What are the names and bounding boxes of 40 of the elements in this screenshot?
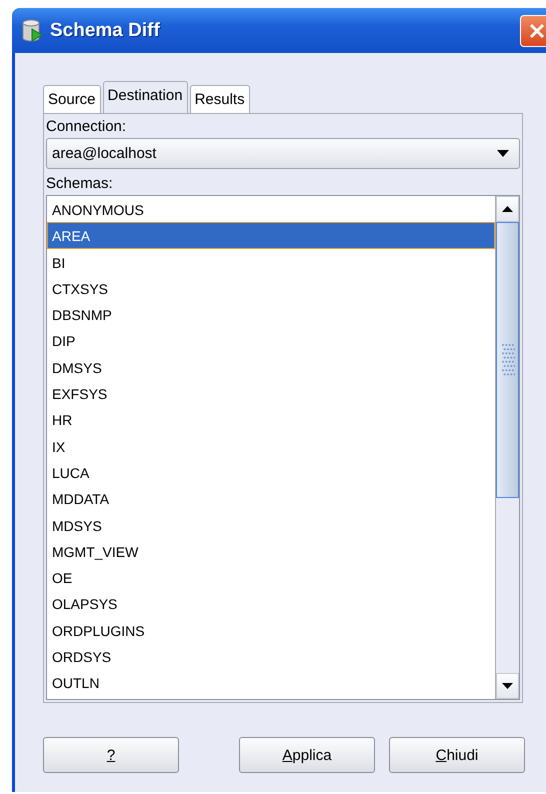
list-item[interactable]: OLAPSYS — [47, 590, 495, 617]
list-item[interactable]: MDDATA — [47, 485, 495, 512]
down-arrow-icon — [502, 683, 513, 689]
close-icon — [528, 22, 546, 40]
dialog-button[interactable]: Applica — [239, 737, 375, 773]
list-item[interactable]: BI — [47, 248, 495, 275]
list-item[interactable]: HR — [47, 406, 495, 433]
list-item[interactable]: MGMT_VIEW — [47, 538, 495, 564]
list-item[interactable]: CTXSYS — [47, 274, 495, 302]
scrollbar[interactable] — [495, 196, 519, 699]
up-arrow-icon — [502, 206, 513, 212]
connection-dropdown[interactable]: area@localhost — [46, 138, 520, 169]
list-item[interactable]: LUCA — [47, 458, 495, 486]
connection-label: Connection: — [46, 117, 128, 137]
dialog-button[interactable]: ? — [43, 737, 179, 773]
close-button[interactable] — [520, 14, 546, 46]
list-item[interactable]: IX — [47, 432, 495, 459]
dropdown-arrow-icon — [497, 150, 509, 157]
list-item[interactable]: DIP — [47, 327, 495, 354]
scroll-down-button[interactable] — [496, 673, 519, 699]
tab[interactable]: Results — [190, 85, 250, 113]
list-item[interactable]: EXFSYS — [47, 380, 495, 406]
scroll-up-button[interactable] — [496, 196, 519, 222]
list-item[interactable]: ORDPLUGINS — [47, 616, 495, 644]
database-icon — [22, 18, 44, 42]
scroll-thumb[interactable] — [496, 222, 519, 498]
list-item[interactable]: MDSYS — [47, 512, 495, 538]
window-title: Schema Diff — [50, 20, 160, 42]
list-item[interactable]: AREA — [47, 222, 495, 249]
list-item[interactable]: DMSYS — [47, 354, 495, 380]
tab[interactable]: Source — [43, 85, 101, 113]
list-item[interactable]: ORDSYS — [47, 643, 495, 670]
schemas-label: Schemas: — [46, 174, 114, 194]
grip-icon — [500, 343, 514, 377]
list-item[interactable]: OUTLN — [47, 669, 495, 696]
dialog-button[interactable]: Chiudi — [389, 737, 525, 773]
tab[interactable]: Destination — [102, 81, 188, 113]
list-item[interactable]: OE — [47, 564, 495, 590]
list-item[interactable]: ANONYMOUS — [47, 196, 495, 222]
list-item[interactable]: DBSNMP — [47, 301, 495, 328]
